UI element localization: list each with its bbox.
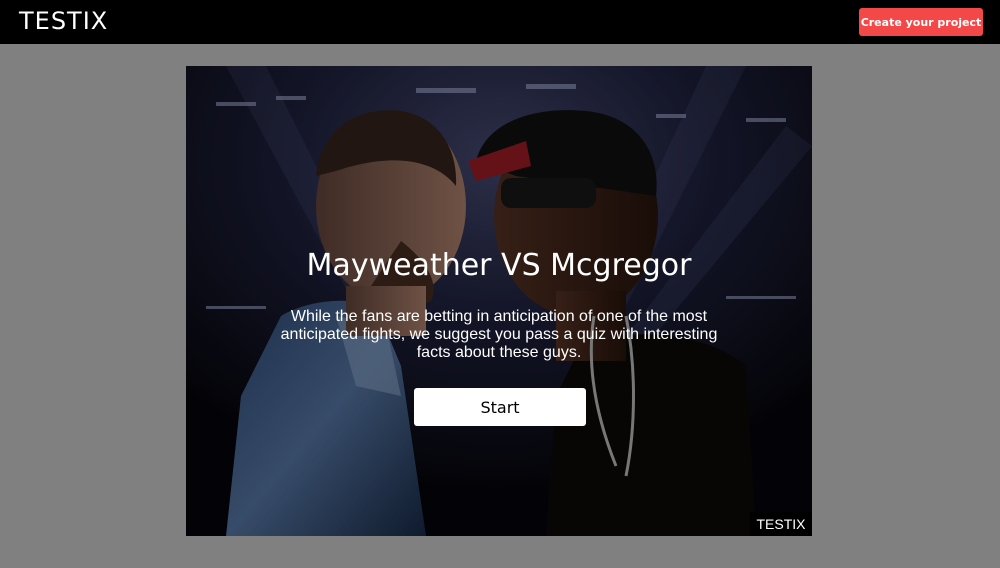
dark-overlay [186, 66, 812, 536]
create-project-button[interactable]: Create your project [859, 8, 983, 36]
testix-logo[interactable]: TESTIX [19, 7, 108, 35]
start-button[interactable]: Start [414, 388, 586, 426]
testix-watermark[interactable]: TESTIX [750, 512, 812, 536]
quiz-description: While the fans are betting in anticipati… [280, 308, 718, 361]
quiz-cover-card: Mayweather VS Mcgregor While the fans ar… [186, 66, 812, 536]
quiz-title: Mayweather VS Mcgregor [306, 248, 692, 283]
top-bar: TESTIX Create your project [0, 0, 1000, 44]
